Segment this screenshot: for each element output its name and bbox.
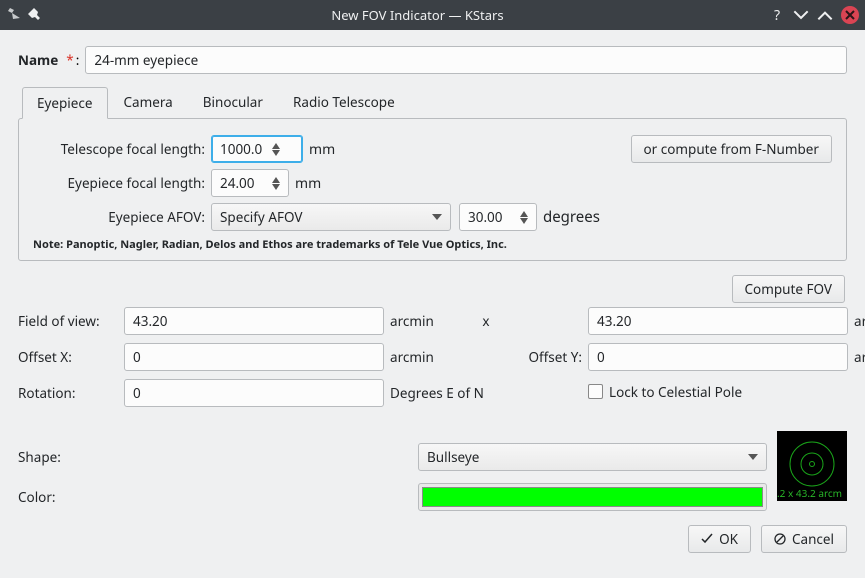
- offset-x-input[interactable]: [124, 343, 384, 371]
- mm-unit: mm: [295, 174, 321, 193]
- shape-label: Shape:: [18, 448, 418, 466]
- mm-unit: mm: [309, 140, 335, 159]
- compute-fnumber-button[interactable]: or compute from F-Number: [631, 135, 833, 163]
- cancel-icon: [774, 533, 786, 545]
- window: New FOV Indicator — KStars ? Name *: Eye…: [0, 0, 865, 578]
- afov-value-input[interactable]: 30.00: [459, 203, 537, 231]
- color-swatch: [422, 487, 763, 507]
- chevron-down-icon: [748, 454, 758, 460]
- fov-y-input[interactable]: [588, 307, 848, 335]
- spin-arrows-icon[interactable]: [272, 177, 280, 190]
- close-button[interactable]: [841, 6, 859, 24]
- spin-arrows-icon[interactable]: [272, 143, 280, 156]
- lock-celestial-checkbox[interactable]: Lock to Celestial Pole: [588, 383, 742, 401]
- eyepiece-fl-input[interactable]: 24.00: [211, 169, 289, 197]
- app-menu-icon[interactable]: [6, 7, 22, 23]
- help-icon[interactable]: ?: [769, 7, 785, 23]
- telescope-fl-label: Telescope focal length:: [33, 140, 205, 158]
- rotation-input[interactable]: [124, 379, 384, 407]
- offset-y-label: Offset Y:: [512, 348, 582, 366]
- checkbox-icon: [588, 384, 603, 399]
- arcmin-unit: arcmin: [854, 348, 865, 366]
- rotation-unit: Degrees E of N: [390, 384, 506, 402]
- pin-icon[interactable]: [28, 7, 44, 23]
- tab-container: Eyepiece Camera Binocular Radio Telescop…: [18, 86, 847, 261]
- required-mark: *: [66, 51, 73, 69]
- preview-dimensions: .2 x 43.2 arcm: [777, 486, 842, 500]
- trademark-note: Note: Panoptic, Nagler, Radian, Delos an…: [33, 237, 832, 252]
- fov-preview: .2 x 43.2 arcm: [777, 431, 847, 501]
- eyepiece-afov-label: Eyepiece AFOV:: [33, 208, 205, 226]
- arcmin-unit: arcmin: [390, 348, 460, 366]
- arcmin-unit: arcmin: [854, 312, 865, 330]
- eyepiece-fl-label: Eyepiece focal length:: [33, 174, 205, 192]
- fov-grid: Field of view: arcmin x arcmin Offset X:…: [18, 307, 847, 407]
- name-label: Name: [18, 51, 58, 69]
- color-button[interactable]: [418, 483, 767, 511]
- compute-fov-button[interactable]: Compute FOV: [732, 275, 845, 303]
- telescope-fl-input[interactable]: 1000.0: [211, 135, 303, 163]
- chevron-down-icon: [432, 214, 442, 220]
- ok-button[interactable]: OK: [688, 525, 751, 553]
- tab-binocular[interactable]: Binocular: [189, 87, 277, 119]
- rotation-label: Rotation:: [18, 384, 118, 402]
- shape-combo[interactable]: Bullseye: [418, 443, 767, 471]
- tab-eyepiece[interactable]: Eyepiece: [22, 87, 108, 119]
- tab-panel-eyepiece: Telescope focal length: 1000.0 mm or com…: [18, 118, 847, 261]
- spin-arrows-icon[interactable]: [520, 211, 528, 224]
- offset-x-label: Offset X:: [18, 348, 118, 366]
- titlebar: New FOV Indicator — KStars ?: [0, 0, 865, 30]
- x-separator: x: [466, 312, 506, 330]
- fov-x-input[interactable]: [124, 307, 384, 335]
- name-row: Name *:: [18, 46, 847, 74]
- name-input[interactable]: [85, 46, 847, 74]
- window-title: New FOV Indicator — KStars: [66, 6, 769, 24]
- fov-label: Field of view:: [18, 312, 118, 330]
- tab-camera[interactable]: Camera: [110, 87, 187, 119]
- cancel-button[interactable]: Cancel: [761, 525, 847, 553]
- check-icon: [701, 533, 713, 545]
- minimize-icon[interactable]: [793, 7, 809, 23]
- tab-radio-telescope[interactable]: Radio Telescope: [279, 87, 409, 119]
- maximize-icon[interactable]: [817, 7, 833, 23]
- afov-combo[interactable]: Specify AFOV: [211, 203, 451, 231]
- offset-y-input[interactable]: [588, 343, 848, 371]
- color-label: Color:: [18, 488, 418, 506]
- degrees-unit: degrees: [543, 207, 600, 227]
- arcmin-unit: arcmin: [390, 312, 460, 330]
